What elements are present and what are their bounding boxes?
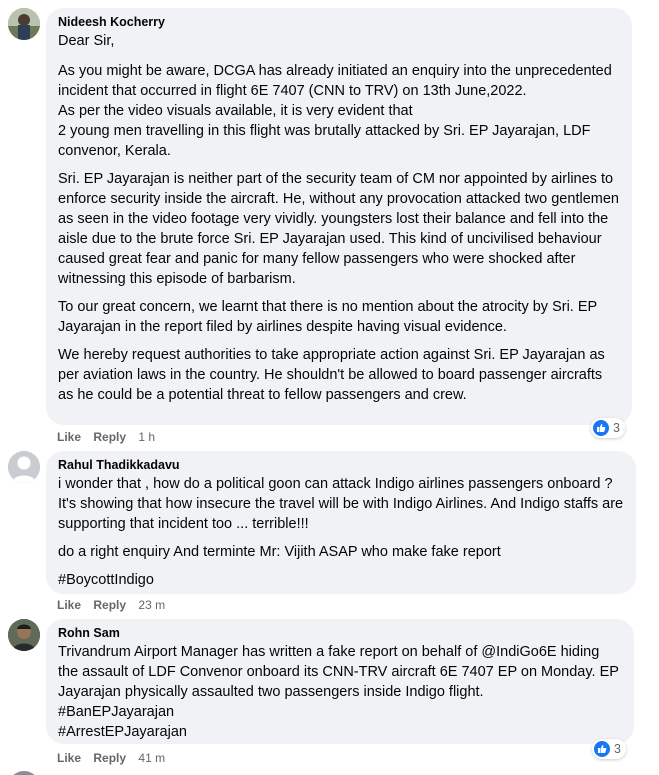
reply-button[interactable]: Reply <box>93 751 126 765</box>
like-button[interactable]: Like <box>57 751 81 765</box>
reaction-badge[interactable]: 3 <box>591 418 625 438</box>
reaction-count: 3 <box>614 742 621 756</box>
comment-text: 2 young men travelling in this flight wa… <box>58 123 591 159</box>
avatar-photo <box>8 8 40 40</box>
hashtag-link[interactable]: #BanEPJayarajan <box>58 702 622 722</box>
comment-time[interactable]: 23 m <box>138 598 165 612</box>
comments-panel: Nideesh Kocherry Dear Sir, As you might … <box>0 0 659 775</box>
comment-text: To our great concern, we learnt that the… <box>58 299 597 335</box>
avatar[interactable] <box>8 8 40 40</box>
comment-text: Sri. EP Jayarajan is neither part of the… <box>58 171 619 287</box>
like-button[interactable]: Like <box>57 430 81 444</box>
comment-text: Trivandrum Airport Manager has written a… <box>58 644 619 700</box>
comment-time[interactable]: 41 m <box>138 751 165 765</box>
reply-button[interactable]: Reply <box>93 598 126 612</box>
comment-text: Dear Sir, <box>58 33 115 49</box>
comment-actions: Like Reply 41 m <box>57 750 174 766</box>
like-button[interactable]: Like <box>57 598 81 612</box>
avatar[interactable] <box>8 619 40 651</box>
comment-bubble: Rohn Sam Trivandrum Airport Manager has … <box>46 619 634 744</box>
comment-actions: Like Reply 23 m <box>57 597 174 613</box>
comment-text: i wonder that , how do a political goon … <box>58 476 624 532</box>
default-avatar-icon <box>8 451 40 483</box>
hashtag-link[interactable]: #ArrestEPJayarajan <box>58 722 622 742</box>
avatar-photo <box>8 619 40 651</box>
thumbs-up-icon <box>593 420 609 436</box>
comment-bubble: Rahul Thadikkadavu i wonder that , how d… <box>46 451 636 594</box>
reaction-badge[interactable]: 3 <box>592 739 626 759</box>
comment-actions: Like Reply 1 h <box>57 429 164 445</box>
hashtag-link[interactable]: #BoycottIndigo <box>58 570 624 590</box>
comment-author[interactable]: Rohn Sam <box>58 625 622 641</box>
avatar[interactable] <box>8 451 40 483</box>
reaction-count: 3 <box>613 421 620 435</box>
comment-text: As per the video visuals available, it i… <box>58 103 413 119</box>
comment-author[interactable]: Nideesh Kocherry <box>58 14 620 30</box>
thumbs-up-icon <box>594 741 610 757</box>
comment-time[interactable]: 1 h <box>138 430 155 444</box>
comment-text: We hereby request authorities to take ap… <box>58 347 605 403</box>
reply-button[interactable]: Reply <box>93 430 126 444</box>
comment-text: As you might be aware, DCGA has already … <box>58 63 612 99</box>
comment-text: do a right enquiry And terminte Mr: Viji… <box>58 544 501 560</box>
comment-bubble: Nideesh Kocherry Dear Sir, As you might … <box>46 8 632 425</box>
comment-author[interactable]: Rahul Thadikkadavu <box>58 457 624 473</box>
avatar[interactable] <box>8 771 40 775</box>
